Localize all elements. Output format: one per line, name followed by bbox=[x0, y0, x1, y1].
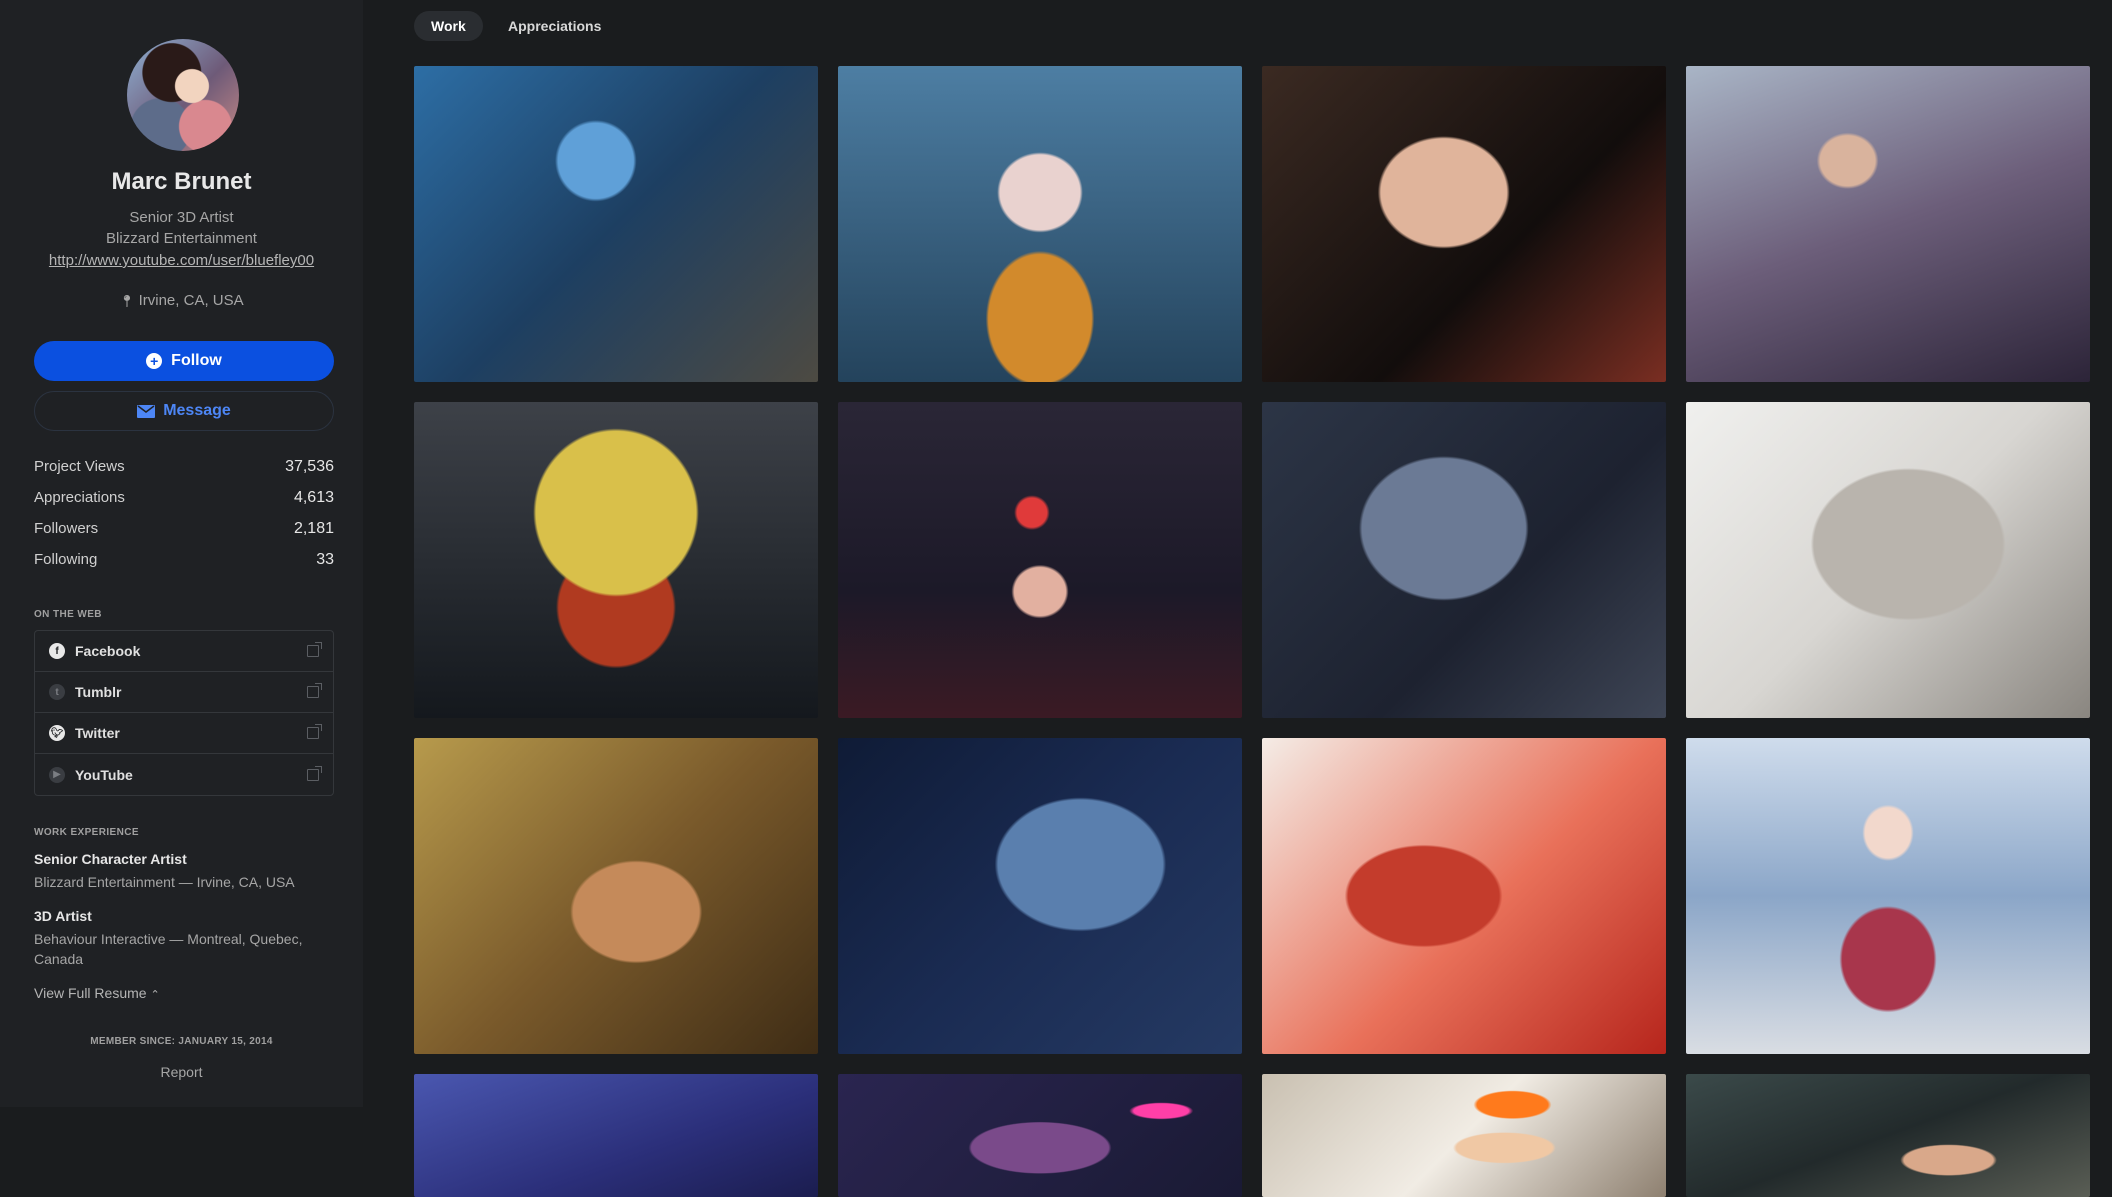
external-link-icon bbox=[307, 642, 322, 657]
project-thumbnail[interactable] bbox=[1262, 402, 1666, 718]
project-thumbnail[interactable] bbox=[1686, 1074, 2090, 1197]
external-link-icon bbox=[307, 765, 322, 781]
stat-value: 37,536 bbox=[285, 458, 334, 475]
avatar[interactable] bbox=[127, 39, 239, 151]
stat-appreciations[interactable]: Appreciations 4,613 bbox=[34, 489, 334, 520]
stat-label: Following bbox=[34, 551, 98, 568]
stat-label: Followers bbox=[34, 520, 99, 537]
on-the-web-heading: ON THE WEB bbox=[34, 609, 102, 620]
project-thumbnail[interactable] bbox=[838, 1074, 1242, 1197]
follow-button[interactable]: + Follow bbox=[34, 341, 334, 381]
social-link-youtube[interactable]: ▶ YouTube bbox=[35, 754, 333, 795]
stat-value: 2,181 bbox=[293, 520, 334, 537]
job-title: 3D Artist bbox=[34, 908, 92, 924]
project-thumbnail[interactable] bbox=[1686, 738, 2090, 1054]
tab-work[interactable]: Work bbox=[414, 11, 483, 41]
profile-title: Senior 3D Artist bbox=[129, 209, 234, 226]
view-full-resume-link[interactable]: View Full Resume ⌃ bbox=[34, 985, 160, 1001]
social-link-twitter[interactable]: 🐦︎ Twitter bbox=[35, 713, 333, 754]
project-thumbnail[interactable] bbox=[838, 738, 1242, 1054]
project-thumbnail[interactable] bbox=[414, 402, 818, 718]
profile-website-link[interactable]: http://www.youtube.com/user/bluefley00 bbox=[0, 252, 363, 269]
project-thumbnail[interactable] bbox=[414, 1074, 818, 1197]
profile-location: 📍︎ Irvine, CA, USA bbox=[0, 292, 363, 309]
project-thumbnail[interactable] bbox=[838, 66, 1242, 382]
project-thumbnail[interactable] bbox=[1262, 66, 1666, 382]
profile-sidebar: Marc Brunet Senior 3D Artist Blizzard En… bbox=[0, 0, 363, 1107]
message-label: Message bbox=[163, 402, 231, 419]
location-text: Irvine, CA, USA bbox=[138, 292, 244, 309]
social-link-facebook[interactable]: f Facebook bbox=[35, 631, 333, 672]
job-title: Senior Character Artist bbox=[34, 851, 187, 867]
envelope-icon bbox=[137, 404, 156, 418]
project-thumbnail[interactable] bbox=[414, 738, 818, 1054]
project-thumbnail[interactable] bbox=[1686, 66, 2090, 382]
report-link[interactable]: Report bbox=[0, 1064, 363, 1080]
stat-label: Appreciations bbox=[34, 489, 125, 506]
plus-circle-icon: + bbox=[146, 353, 163, 369]
stat-value: 4,613 bbox=[293, 489, 334, 506]
social-link-label: Facebook bbox=[75, 643, 141, 659]
profile-name: Marc Brunet bbox=[111, 168, 252, 195]
twitter-icon: 🐦︎ bbox=[49, 725, 65, 741]
social-links-list: f Facebook t Tumblr 🐦︎ Twitter ▶ YouTube bbox=[34, 630, 334, 796]
stat-following[interactable]: Following 33 bbox=[34, 551, 334, 582]
social-link-label: Twitter bbox=[75, 725, 120, 741]
stat-value: 33 bbox=[316, 551, 334, 568]
job-description: Blizzard Entertainment — Irvine, CA, USA bbox=[34, 874, 295, 890]
social-link-tumblr[interactable]: t Tumblr bbox=[35, 672, 333, 713]
project-thumbnail[interactable] bbox=[1686, 402, 2090, 718]
profile-company: Blizzard Entertainment bbox=[106, 230, 257, 247]
follow-label: Follow bbox=[171, 352, 222, 369]
member-since: MEMBER SINCE: JANUARY 15, 2014 bbox=[90, 1036, 273, 1047]
resume-label: View Full Resume bbox=[34, 985, 147, 1001]
tumblr-icon: t bbox=[49, 684, 65, 700]
work-experience-heading: WORK EXPERIENCE bbox=[34, 827, 139, 838]
job-description: Behaviour Interactive — Montreal, Quebec… bbox=[34, 931, 303, 967]
tab-appreciations[interactable]: Appreciations bbox=[491, 11, 618, 41]
project-thumbnail[interactable] bbox=[1262, 1074, 1666, 1197]
chevron-up-icon: ⌃ bbox=[150, 989, 160, 1001]
facebook-icon: f bbox=[49, 643, 65, 659]
project-thumbnail[interactable] bbox=[414, 66, 818, 382]
stats-list: Project Views 37,536 Appreciations 4,613… bbox=[34, 458, 334, 582]
project-thumbnail[interactable] bbox=[1262, 738, 1666, 1054]
stat-label: Project Views bbox=[34, 458, 125, 475]
external-link-icon bbox=[307, 683, 322, 698]
stat-project-views[interactable]: Project Views 37,536 bbox=[34, 458, 334, 489]
youtube-icon: ▶ bbox=[49, 766, 65, 783]
project-thumbnail[interactable] bbox=[838, 402, 1242, 718]
social-link-label: YouTube bbox=[75, 766, 133, 783]
social-link-label: Tumblr bbox=[75, 684, 122, 700]
stat-followers[interactable]: Followers 2,181 bbox=[34, 520, 334, 551]
message-button[interactable]: Message bbox=[34, 391, 334, 431]
location-pin-icon: 📍︎ bbox=[119, 294, 135, 308]
external-link-icon bbox=[307, 724, 322, 739]
